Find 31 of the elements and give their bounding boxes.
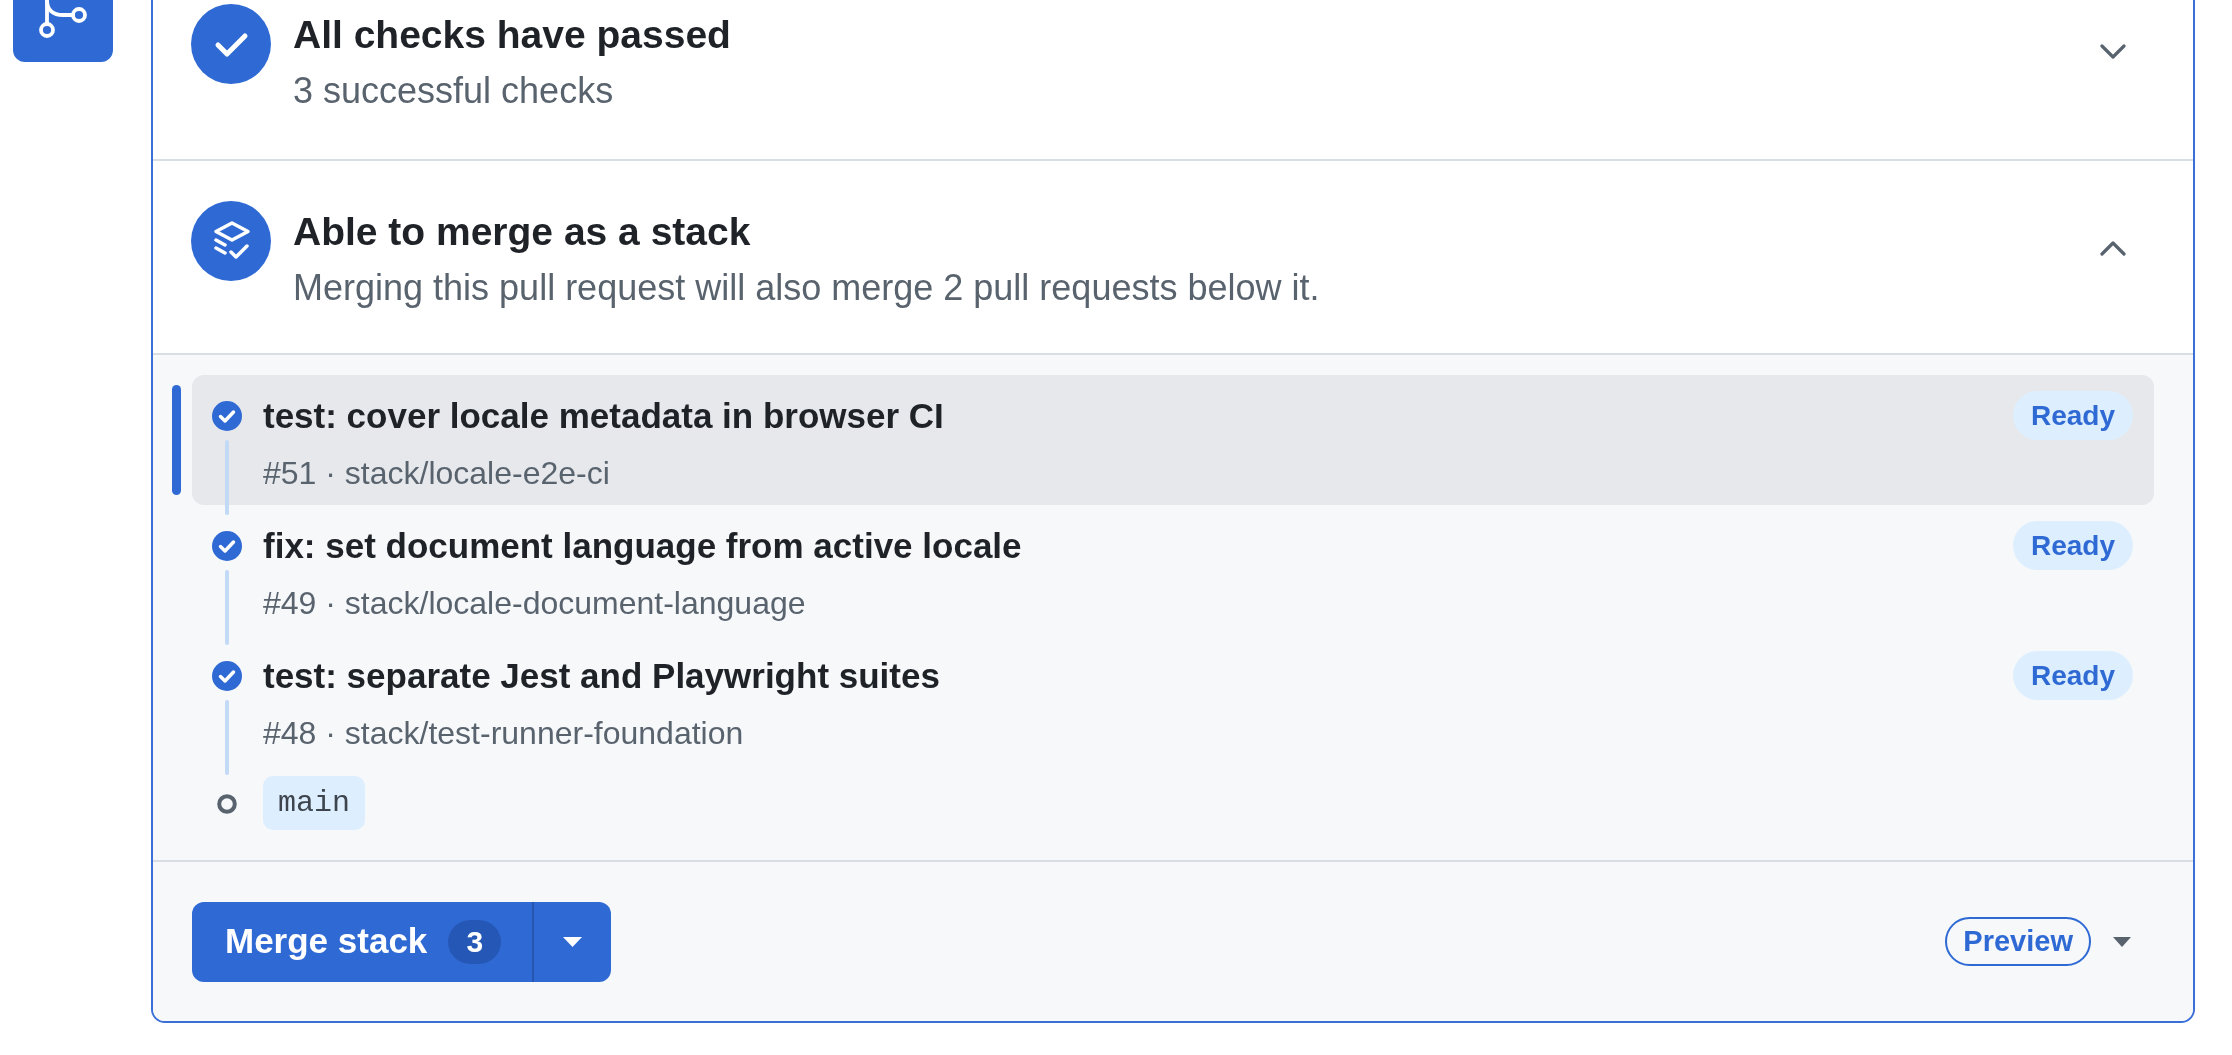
pull-request-title: test: cover locale metadata in browser CI [263,395,944,437]
chevron-down-icon[interactable] [2100,44,2126,59]
status-badge: Ready [2012,391,2133,440]
check-circle-icon [212,401,242,431]
branch-label: #48 · stack/test-runner-foundation [263,714,745,752]
status-badge: Ready [2012,651,2133,700]
chevron-up-icon[interactable] [2100,241,2126,256]
count-badge: 3 [448,919,502,964]
check-circle-icon [212,661,242,691]
section-subtitle: 3 successful checks [293,70,615,112]
branch-label: #51 · stack/locale-e2e-ci [263,454,611,492]
section-title: Able to merge as a stack [293,209,752,255]
stack-check-icon [191,201,271,281]
pull-request-title: test: separate Jest and Playwright suites [263,655,940,697]
merge-stack-button[interactable]: Merge stack 3 [192,901,533,982]
pull-request-title: fix: set document language from active locale [263,525,1022,567]
caret-down-icon [563,936,583,947]
stack-item[interactable]: test: separate Jest and Playwright suites #48 · stack/test-runner-foundation Ready [192,635,2154,765]
preview-label: Preview [1945,917,2091,966]
stack-item[interactable]: test: cover locale metadata in browser CI #51 · stack/locale-e2e-ci Ready [192,375,2154,505]
merge-options-button[interactable] [532,901,612,982]
stack-item[interactable]: fix: set document language from active locale #49 · stack/locale-document-language Ready [192,505,2154,635]
check-circle-icon [191,4,271,84]
ring-icon [217,794,237,814]
status-badge: Ready [2012,521,2133,570]
section-title: All checks have passed [293,12,731,58]
check-circle-icon [212,531,242,561]
section-subtitle: Merging this pull request will also merge 2 pull requests below it. [293,267,1320,309]
base-branch-label: main [263,776,365,830]
branch-label: #49 · stack/locale-document-language [263,584,807,622]
caret-down-icon[interactable] [2113,936,2131,947]
